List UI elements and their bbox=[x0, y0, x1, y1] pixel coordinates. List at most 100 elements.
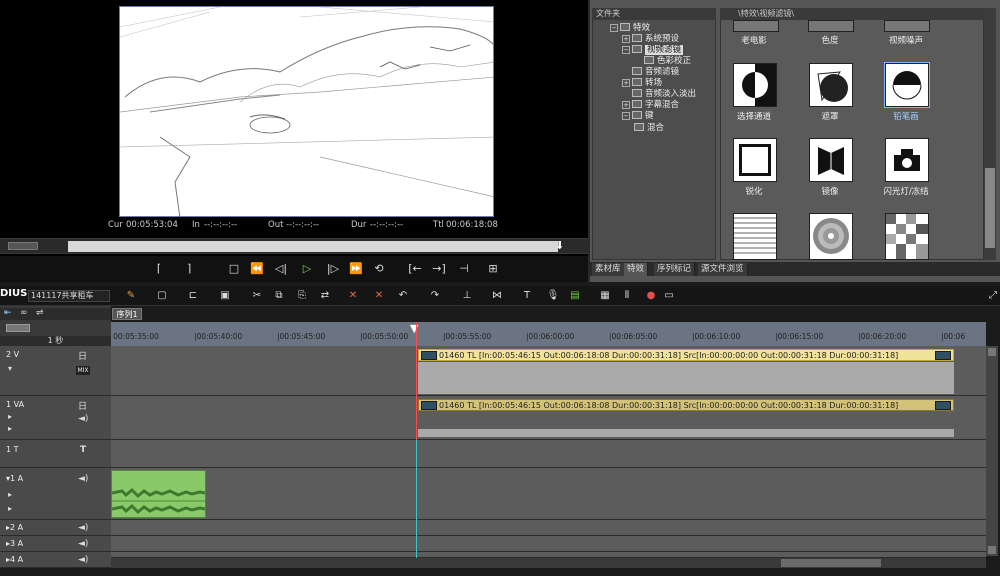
undo-icon[interactable]: ↶ bbox=[396, 289, 410, 303]
expander-icon[interactable]: − bbox=[610, 24, 618, 32]
expander-icon[interactable]: + bbox=[622, 79, 630, 87]
track-row-1va[interactable]: 01460 TL [In:00:05:46:15 Out:00:06:18:08… bbox=[111, 396, 986, 440]
track-header-1t[interactable]: 1 T T bbox=[0, 440, 111, 468]
layout-icon[interactable]: ▭ bbox=[662, 289, 676, 303]
track-row-1a[interactable] bbox=[111, 468, 986, 520]
mixer-icon[interactable]: ⫴ bbox=[620, 289, 634, 303]
clip-body[interactable] bbox=[418, 362, 954, 394]
snap-icon[interactable]: T bbox=[520, 289, 534, 303]
sync-icon[interactable]: ⇌ bbox=[36, 308, 44, 318]
grid-icon[interactable]: ▦ bbox=[598, 289, 612, 303]
timeline-ruler[interactable]: 00:05:35:00 |00:05:40:00 |00:05:45:00 |0… bbox=[111, 322, 986, 346]
speaker-icon[interactable]: ◄) bbox=[78, 523, 88, 533]
video-clip[interactable]: 01460 TL [In:00:05:46:15 Out:00:06:18:08… bbox=[418, 349, 954, 361]
scroll-down-icon[interactable] bbox=[988, 546, 996, 554]
loop-icon[interactable]: ∞ bbox=[20, 308, 28, 318]
expander-icon[interactable]: − bbox=[622, 112, 630, 120]
tab-effects[interactable]: 特效 bbox=[624, 263, 649, 276]
loop-icon[interactable]: ⟲ bbox=[370, 260, 388, 278]
video-noise-icon[interactable] bbox=[884, 20, 930, 32]
rewind-icon[interactable]: ⏪ bbox=[248, 260, 266, 278]
speaker-icon[interactable]: ◄) bbox=[78, 414, 88, 424]
strobe-freeze-icon[interactable] bbox=[885, 138, 929, 182]
link-icon[interactable]: ⋈ bbox=[490, 289, 504, 303]
audio-clip[interactable] bbox=[111, 470, 206, 518]
chroma-icon[interactable] bbox=[808, 20, 854, 32]
mix-badge[interactable]: MIX bbox=[76, 366, 90, 375]
redo-icon[interactable]: ↷ bbox=[428, 289, 442, 303]
cut-icon[interactable]: ✂ bbox=[250, 289, 264, 303]
expand-arrow-icon[interactable]: ▸ bbox=[8, 412, 12, 421]
sharpen-icon[interactable] bbox=[733, 138, 777, 182]
save-icon[interactable]: ▣ bbox=[218, 289, 232, 303]
speaker-icon[interactable]: ◄) bbox=[78, 555, 88, 565]
speaker-icon[interactable]: ◄) bbox=[78, 474, 88, 484]
replace-icon[interactable]: ⇄ bbox=[318, 289, 332, 303]
mirror-icon[interactable] bbox=[809, 138, 853, 182]
expand-arrow-icon[interactable]: ▸ bbox=[8, 504, 12, 513]
collapse-icon[interactable]: ⇤ bbox=[4, 308, 12, 318]
playhead-marker-icon[interactable]: ▼ bbox=[410, 322, 418, 335]
zoom-level[interactable]: 1 秒 bbox=[0, 336, 111, 346]
record-icon[interactable]: ● bbox=[644, 289, 658, 303]
scroll-up-icon[interactable] bbox=[988, 348, 996, 356]
expander-icon[interactable]: + bbox=[622, 35, 630, 43]
new-icon[interactable]: ▢ bbox=[155, 289, 169, 303]
expander-icon[interactable]: − bbox=[622, 46, 630, 54]
step-back-icon[interactable]: ◁| bbox=[272, 260, 290, 278]
track-row-2v[interactable]: 01460 TL [In:00:05:46:15 Out:00:06:18:08… bbox=[111, 346, 986, 396]
track-lock-icon[interactable]: 日 bbox=[78, 399, 87, 412]
track-lock-icon[interactable]: 日 bbox=[78, 349, 87, 362]
tab-sequence-marker[interactable]: 序列标记 bbox=[654, 263, 696, 276]
track-row-1t[interactable] bbox=[111, 440, 986, 468]
select-channel-icon[interactable] bbox=[733, 63, 777, 107]
expand-arrow-icon[interactable]: ▸ bbox=[8, 490, 12, 499]
track-header-1a[interactable]: ▾1 A ◄) ▸ ▸ bbox=[0, 468, 111, 520]
go-in-icon[interactable]: [← bbox=[406, 260, 424, 278]
tab-sequence-1[interactable]: 序列1 bbox=[112, 308, 142, 320]
open-icon[interactable]: ⊏ bbox=[186, 289, 200, 303]
ripple-delete-icon[interactable]: ✕ bbox=[372, 289, 386, 303]
scrub-zoom-handle[interactable] bbox=[8, 242, 38, 250]
play-icon[interactable]: ▷ bbox=[298, 260, 316, 278]
paste-icon[interactable]: ⎘ bbox=[295, 289, 309, 303]
expander-icon[interactable]: + bbox=[622, 101, 630, 109]
speaker-icon[interactable]: ◄) bbox=[78, 539, 88, 549]
scrub-track[interactable] bbox=[68, 241, 558, 252]
hscroll-thumb[interactable] bbox=[781, 559, 881, 567]
old-film-icon[interactable] bbox=[733, 20, 779, 32]
lines-icon[interactable] bbox=[733, 213, 777, 260]
mosaic-icon[interactable] bbox=[885, 213, 929, 260]
mic-icon[interactable]: 🎙 bbox=[546, 289, 560, 303]
mark-out-icon[interactable]: ⌉ bbox=[180, 260, 198, 278]
overwrite-icon[interactable]: ⊞ bbox=[484, 260, 502, 278]
step-forward-icon[interactable]: |▷ bbox=[324, 260, 342, 278]
audio-clip-strip[interactable] bbox=[418, 429, 954, 437]
track-header-1va[interactable]: 1 VA 日 ◄) ▸ ▸ bbox=[0, 396, 111, 440]
settings-icon[interactable]: ✎ bbox=[124, 289, 138, 303]
track-header-2v[interactable]: 2 V 日 MIX ▾ bbox=[0, 346, 111, 396]
radial-icon[interactable] bbox=[809, 213, 853, 260]
render-icon[interactable]: ▤ bbox=[568, 289, 582, 303]
video-clip[interactable]: 01460 TL [In:00:05:46:15 Out:00:06:18:08… bbox=[418, 399, 954, 411]
timeline-hscroll[interactable] bbox=[111, 558, 986, 568]
gallery-scrollbar[interactable] bbox=[984, 8, 996, 260]
track-row-2a[interactable] bbox=[111, 520, 986, 536]
track-header-4a[interactable]: ▸4 A ◄) bbox=[0, 552, 111, 568]
tab-bin[interactable]: 素材库 bbox=[592, 263, 625, 276]
expand-arrow-icon[interactable]: ▸ bbox=[8, 424, 12, 433]
track-header-3a[interactable]: ▸3 A ◄) bbox=[0, 536, 111, 552]
mark-in-icon[interactable]: ⌈ bbox=[150, 260, 168, 278]
timeline-vscroll[interactable] bbox=[986, 346, 998, 556]
title-track-icon[interactable]: T bbox=[80, 445, 86, 455]
stop-icon[interactable]: □ bbox=[225, 260, 243, 278]
tab-source-browser[interactable]: 源文件浏览 bbox=[698, 263, 748, 276]
zoom-slider-handle[interactable] bbox=[6, 324, 30, 332]
scrub-marker-icon[interactable]: ⬇ bbox=[555, 239, 565, 253]
fast-forward-icon[interactable]: ⏩ bbox=[347, 260, 365, 278]
scrub-bar[interactable]: ⬇ bbox=[0, 238, 588, 254]
insert-icon[interactable]: ⊣ bbox=[455, 260, 473, 278]
copy-icon[interactable]: ⧉ bbox=[272, 289, 286, 303]
gallery-scroll-thumb[interactable] bbox=[985, 168, 995, 248]
expand-arrow-icon[interactable]: ▾ bbox=[8, 364, 12, 373]
